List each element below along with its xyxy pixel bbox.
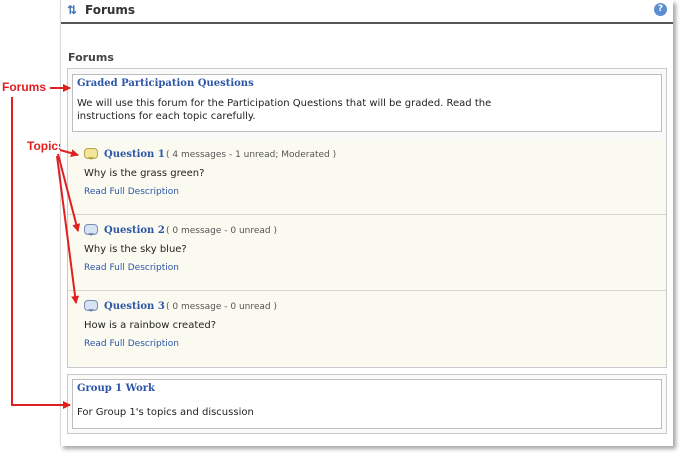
topic-item: Question 1 ( 4 messages - 1 unread; Mode… <box>68 140 666 215</box>
chat-bubble-icon <box>84 224 98 236</box>
chat-bubble-unread-icon <box>84 148 98 160</box>
forum-block: Graded Participation Questions We will u… <box>67 68 667 368</box>
topic-question: Why is the grass green? <box>84 168 205 179</box>
topic-meta: ( 4 messages - 1 unread; Moderated ) <box>166 150 337 160</box>
topic-meta: ( 0 message - 0 unread ) <box>166 302 278 312</box>
forum-title-link[interactable]: Graded Participation Questions <box>77 78 254 89</box>
topic-question: How is a rainbow created? <box>84 320 217 331</box>
topic-meta: ( 0 message - 0 unread ) <box>166 226 278 236</box>
window-titlebar: ⇅ Forums ? <box>61 0 673 24</box>
help-icon[interactable]: ? <box>654 3 667 16</box>
forum-description: We will use this forum for the Participa… <box>77 98 492 122</box>
window-title: Forums <box>85 3 136 17</box>
topic-title-link[interactable]: Question 2 <box>104 225 165 236</box>
forum-header: Graded Participation Questions We will u… <box>72 74 662 132</box>
topic-question: Why is the sky blue? <box>84 244 187 255</box>
forum-header: Group 1 Work For Group 1's topics and di… <box>72 379 662 429</box>
read-full-description-link[interactable]: Read Full Description <box>84 263 179 273</box>
topic-title-link[interactable]: Question 3 <box>104 301 165 312</box>
read-full-description-link[interactable]: Read Full Description <box>84 339 179 349</box>
topic-title-link[interactable]: Question 1 <box>104 149 165 160</box>
annotation-forums-label: Forums <box>2 80 47 94</box>
forum-block: Group 1 Work For Group 1's topics and di… <box>67 374 667 434</box>
topic-list: Question 1 ( 4 messages - 1 unread; Mode… <box>68 140 666 366</box>
forums-window: ⇅ Forums ? Forums Graded Participation Q… <box>60 0 673 446</box>
read-full-description-link[interactable]: Read Full Description <box>84 187 179 197</box>
topic-item: Question 2 ( 0 message - 0 unread ) Why … <box>68 216 666 291</box>
section-heading: Forums <box>68 51 114 64</box>
forum-description: For Group 1's topics and discussion <box>77 407 254 418</box>
refresh-icon[interactable]: ⇅ <box>67 4 79 16</box>
forum-title-link[interactable]: Group 1 Work <box>77 383 155 394</box>
topic-item: Question 3 ( 0 message - 0 unread ) How … <box>68 292 666 366</box>
chat-bubble-icon <box>84 300 98 312</box>
